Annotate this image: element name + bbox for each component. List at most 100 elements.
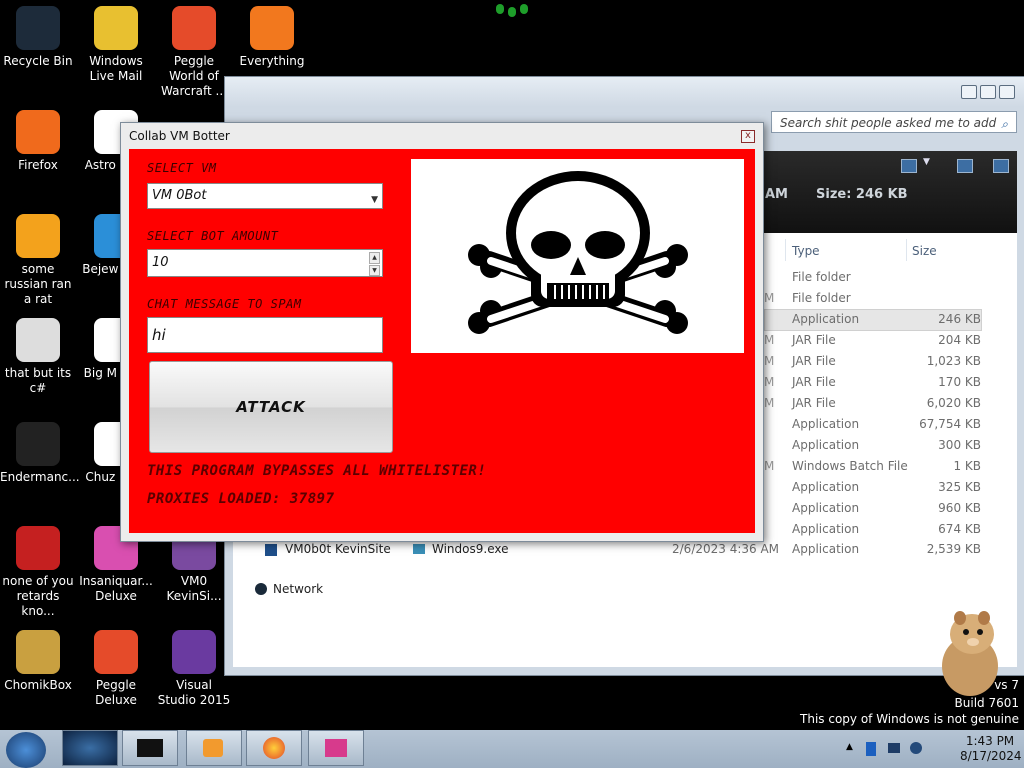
volume-icon[interactable] [910,742,922,754]
desktop-icon-image [16,6,60,50]
file-size: 170 KB [938,375,981,389]
file-type: JAR File [792,375,836,389]
desktop-icon[interactable]: Firefox [0,110,76,173]
desktop-icon-image [94,6,138,50]
taskbar-explorer-button[interactable] [122,730,178,766]
file-type: Application [792,312,860,326]
taskbar-media-button[interactable] [186,730,242,766]
desktop-icon-label: Visual Studio 2015 [157,678,231,707]
view-icon[interactable] [901,159,917,173]
exe-icon [413,544,425,554]
chat-message-value: hi [152,326,166,344]
vm-select[interactable]: VM 0Bot ▼ [147,183,383,209]
help-icon[interactable] [993,159,1009,173]
collab-vm-botter-window: Collab VM Botter x SELECT VM VM 0Bot ▼ S… [120,122,764,542]
desktop-icon[interactable]: Visual Studio 2015 [156,630,232,708]
file-size: 300 KB [938,438,981,452]
bot-amount-value: 10 [152,255,169,270]
close-button[interactable] [999,85,1015,99]
desktop-icon[interactable]: Recycle Bin [0,6,76,69]
column-header-type[interactable]: Type [792,241,820,261]
skull-image [411,159,744,353]
decrement-icon[interactable]: ▼ [369,264,380,276]
desktop-icon-label: Windows Live Mail [89,54,143,83]
details-size: Size: 246 KB [816,187,908,202]
desktop-icon[interactable]: ChomikBox [0,630,76,693]
desktop-icon[interactable]: Endermanc... [0,422,80,485]
file-date-fragment: M [764,396,775,410]
file-size: 204 KB [938,333,981,347]
media-player-icon [203,739,223,757]
file-date-fragment: M [764,375,775,389]
chat-message-label: CHAT MESSAGE TO SPAM [147,297,302,311]
file-size: 246 KB [938,312,981,326]
file-type: Application [792,522,860,536]
show-hidden-icons-icon[interactable]: ▲ [846,742,853,752]
system-tray: ▲ 1:43 PM 8/17/2024 [838,730,1024,768]
nav-item-label: VM0b0t KevinSite [285,542,391,556]
desktop-icon-image [16,630,60,674]
window-title: Collab VM Botter [129,129,230,143]
file-date-fragment: M [764,459,775,473]
file-size: 67,754 KB [919,417,981,431]
desktop-icon-label: Everything [239,54,305,68]
search-placeholder: Search shit people asked me to add [780,116,997,130]
file-size: 674 KB [938,522,981,536]
chat-message-input[interactable]: hi [147,317,383,353]
search-input[interactable]: Search shit people asked me to add ⌕ [771,111,1017,133]
search-icon[interactable]: ⌕ [1001,113,1008,135]
watermark-line-3: This copy of Windows is not genuine [800,712,1019,726]
maximize-button[interactable] [980,85,996,99]
main-panel: SELECT VM VM 0Bot ▼ SELECT BOT AMOUNT 10… [129,149,755,533]
file-type: JAR File [792,396,836,410]
increment-icon[interactable]: ▲ [369,252,380,264]
column-header-size[interactable]: Size [912,241,937,261]
desktop-icon-image [172,6,216,50]
taskbar-app-button[interactable] [308,730,364,766]
desktop-icon-label: ChomikBox [4,678,72,692]
desktop-icon[interactable]: none of you retards kno... [0,526,76,619]
desktop-icon-label: Firefox [18,158,58,172]
desktop-icon[interactable]: Peggle World of Warcraft ... [156,6,232,99]
file-type: Application [792,480,860,494]
minimize-button[interactable] [961,85,977,99]
bypass-text: THIS PROGRAM BYPASSES ALL WHITELISTER! [147,463,487,479]
desktop-icon-label: VM0 KevinSi... [166,574,222,603]
nav-item-network[interactable]: Network [255,579,323,600]
desktop-icon-label: Peggle Deluxe [95,678,137,707]
file-type: Application [792,417,860,431]
view-dropdown-icon[interactable]: ▼ [923,157,930,167]
network-label: Network [273,582,324,596]
chevron-down-icon[interactable]: ▼ [371,188,378,212]
start-button[interactable] [6,732,46,768]
desktop-icon-image [16,526,60,570]
desktop-icon[interactable]: some russian ran a rat [0,214,76,307]
desktop-icon-image [16,318,60,362]
desktop-icon[interactable]: that but its c# [0,318,76,396]
taskbar-ie-button[interactable] [62,730,118,766]
clock[interactable]: 1:43 PM 8/17/2024 [960,734,1022,764]
preview-pane-icon[interactable] [957,159,973,173]
taskbar-firefox-button[interactable] [246,730,302,766]
attack-button[interactable]: ATTACK [149,361,393,453]
file-size: 1,023 KB [926,354,981,368]
desktop-icon[interactable]: Windows Live Mail [78,6,154,84]
proxies-loaded-text: PROXIES LOADED: 37897 [147,491,335,507]
desktop-icon-label: Insaniquar... Deluxe [79,574,153,603]
clock-time: 1:43 PM [965,734,1015,748]
bot-amount-stepper[interactable]: 10 ▲ ▼ [147,249,383,277]
file-size: 2,539 KB [926,542,981,556]
file-type: Windows Batch File [792,459,908,473]
file-date-fragment: M [764,333,775,347]
close-button[interactable]: x [741,130,755,143]
network-tray-icon[interactable] [888,743,900,753]
bot-amount-label: SELECT BOT AMOUNT [147,229,279,243]
file-type: JAR File [792,354,836,368]
desktop-icon[interactable]: Everything [234,6,310,69]
desktop-icon-image [16,110,60,154]
desktop-icon[interactable]: Peggle Deluxe [78,630,154,708]
bluetooth-icon[interactable] [866,742,876,756]
file-size: 1 KB [953,459,981,473]
desktop-icon-image [172,630,216,674]
attack-button-label: ATTACK [236,398,306,416]
